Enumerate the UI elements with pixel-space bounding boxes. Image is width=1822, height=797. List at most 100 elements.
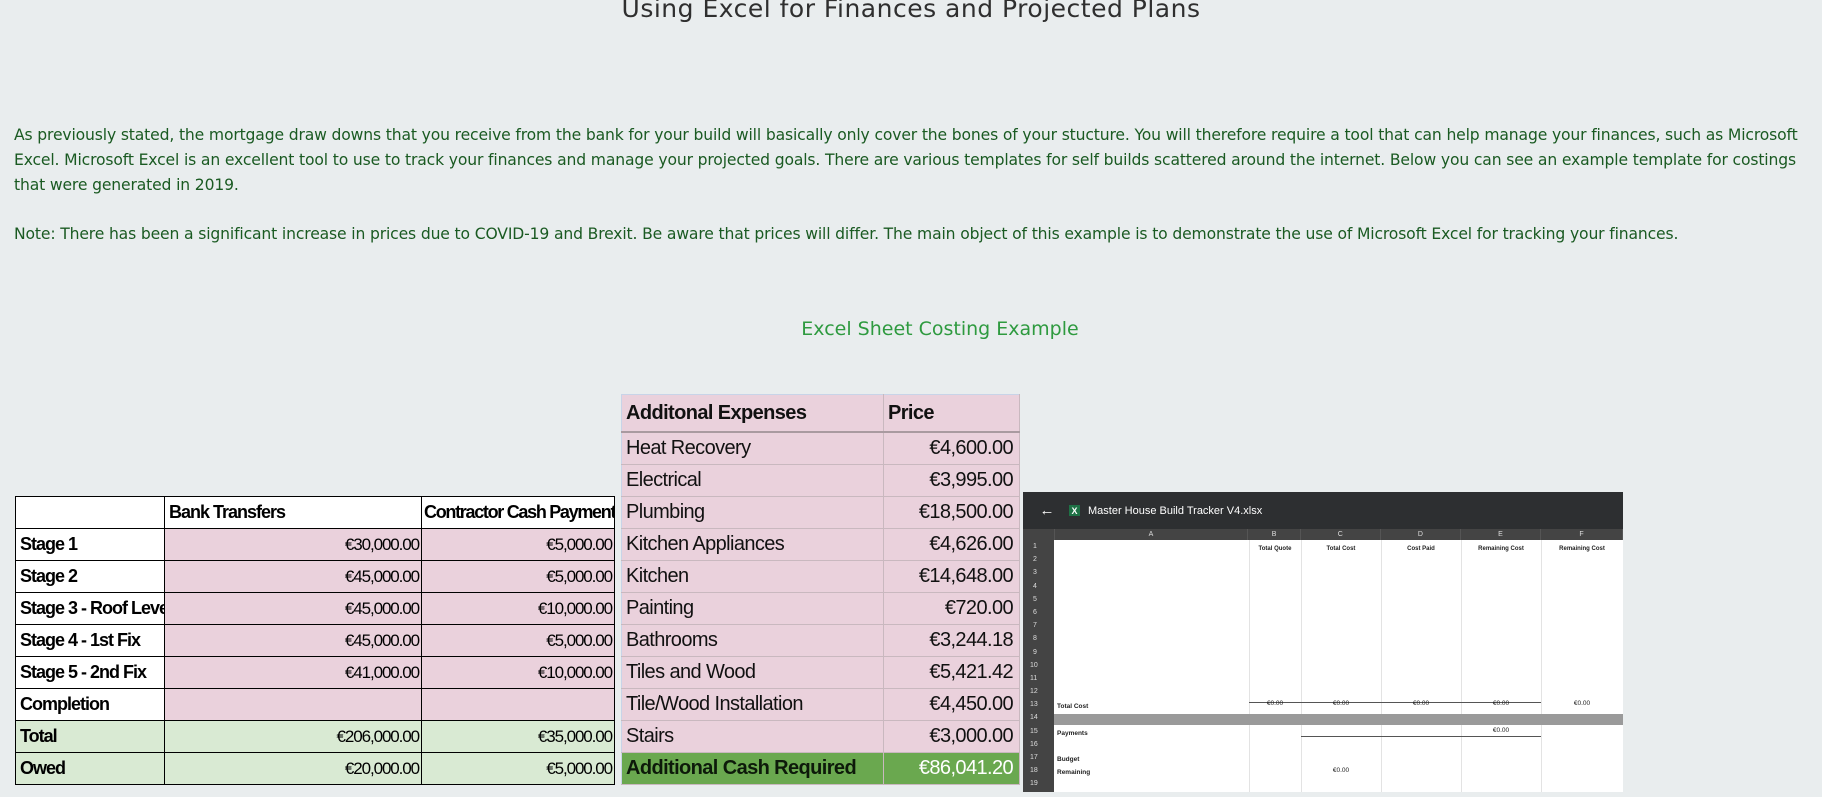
cost-paid-cell[interactable]: €0.00 xyxy=(1381,700,1461,707)
separator-band xyxy=(1054,714,1623,725)
total-label: Total xyxy=(15,720,165,753)
grid-line xyxy=(1249,540,1250,792)
row-number[interactable]: 10 xyxy=(1023,659,1054,672)
table-row: Kitchen Appliances €4,626.00 xyxy=(621,528,1020,561)
stage-label: Completion xyxy=(15,688,165,721)
row-number-strip: 1 2 3 4 5 6 7 8 9 10 11 12 13 14 15 16 1… xyxy=(1023,540,1054,792)
sheet-col-label: Total Quote xyxy=(1258,546,1292,552)
row-number[interactable]: 5 xyxy=(1023,593,1054,606)
spreadsheet-grid: 1 2 3 4 5 6 7 8 9 10 11 12 13 14 15 16 1… xyxy=(1023,540,1623,792)
cash-payment-value: €5,000.00 xyxy=(421,528,615,561)
table-row: Kitchen €14,648.00 xyxy=(621,560,1020,593)
row-number[interactable]: 17 xyxy=(1023,751,1054,764)
total-quote-cell[interactable]: €0.00 xyxy=(1249,700,1301,707)
header-expenses: Additonal Expenses xyxy=(621,394,884,433)
arrow-left-icon[interactable]: ← xyxy=(1033,502,1061,519)
spreadsheet-filename: Master House Build Tracker V4.xlsx xyxy=(1088,504,1263,517)
page-title: Using Excel for Finances and Projected P… xyxy=(621,0,1201,23)
total-cost-cell[interactable]: €0.00 xyxy=(1301,700,1381,707)
row-number[interactable]: 15 xyxy=(1023,725,1054,738)
column-header[interactable]: A xyxy=(1055,529,1249,540)
table-row: Stage 5 - 2nd Fix €41,000.00 €10,000.00 xyxy=(15,656,615,689)
additional-cash-value: €86,041.20 xyxy=(883,752,1020,785)
table-row: Bathrooms €3,244.18 xyxy=(621,624,1020,657)
total-cost-label: Total Cost xyxy=(1057,703,1089,710)
note-paragraph: Note: There has been a significant incre… xyxy=(14,225,1679,243)
row-number[interactable]: 4 xyxy=(1023,580,1054,593)
table-row: Stage 4 - 1st Fix €45,000.00 €5,000.00 xyxy=(15,624,615,657)
header-contractor-cash: Contractor Cash Payments xyxy=(421,496,615,529)
row-number[interactable]: 11 xyxy=(1023,672,1054,685)
additional-expenses-table: Additonal Expenses Price Heat Recovery €4… xyxy=(621,394,1020,785)
underline xyxy=(1301,736,1541,737)
column-header[interactable]: C xyxy=(1301,529,1381,540)
expense-item: Tile/Wood Installation xyxy=(621,688,884,721)
expense-item: Kitchen xyxy=(621,560,884,593)
owed-bank-value: €20,000.00 xyxy=(164,752,422,785)
column-header[interactable]: D xyxy=(1381,529,1461,540)
bank-transfer-value xyxy=(164,688,422,721)
owed-cash-value: €5,000.00 xyxy=(421,752,615,785)
table-header-row: Additonal Expenses Price xyxy=(621,394,1020,433)
row-number[interactable]: 8 xyxy=(1023,632,1054,645)
owed-row: Owed €20,000.00 €5,000.00 xyxy=(15,752,615,785)
row-number[interactable]: 18 xyxy=(1023,764,1054,777)
remaining-budget-cell[interactable]: €0.00 xyxy=(1301,767,1381,774)
bank-transfer-value: €45,000.00 xyxy=(164,560,422,593)
row-number[interactable]: 7 xyxy=(1023,619,1054,632)
bank-transfer-value: €45,000.00 xyxy=(164,592,422,625)
header-bank-transfers: Bank Transfers xyxy=(164,496,422,529)
column-header[interactable]: B xyxy=(1248,529,1301,540)
column-header[interactable]: F xyxy=(1541,529,1623,540)
expense-price: €3,995.00 xyxy=(883,464,1020,497)
row-number[interactable]: 1 xyxy=(1023,540,1054,553)
sheet-col-label: Cost Paid xyxy=(1407,546,1435,552)
payments-cell[interactable]: €0.00 xyxy=(1461,727,1541,734)
header-blank xyxy=(15,496,165,529)
stage-label: Stage 4 - 1st Fix xyxy=(15,624,165,657)
table-row: Electrical €3,995.00 xyxy=(621,464,1020,497)
bank-transfer-value: €30,000.00 xyxy=(164,528,422,561)
expense-price: €5,421.42 xyxy=(883,656,1020,689)
row-number[interactable]: 9 xyxy=(1023,646,1054,659)
row-number[interactable]: 19 xyxy=(1023,777,1054,790)
grid-line xyxy=(1381,540,1382,792)
stage-label: Stage 2 xyxy=(15,560,165,593)
spreadsheet-toolbar: ← X Master House Build Tracker V4.xlsx xyxy=(1023,492,1623,529)
column-header[interactable]: E xyxy=(1461,529,1541,540)
row-number[interactable]: 14 xyxy=(1023,711,1054,724)
row-number[interactable]: 16 xyxy=(1023,738,1054,751)
expense-item: Stairs xyxy=(621,720,884,753)
table-row: Tile/Wood Installation €4,450.00 xyxy=(621,688,1020,721)
cash-payment-value: €5,000.00 xyxy=(421,624,615,657)
row-number[interactable]: 3 xyxy=(1023,566,1054,579)
expense-price: €18,500.00 xyxy=(883,496,1020,529)
grid-line xyxy=(1461,540,1462,792)
table-row: Stage 1 €30,000.00 €5,000.00 xyxy=(15,528,615,561)
expense-item: Tiles and Wood xyxy=(621,656,884,689)
payments-label: Payments xyxy=(1057,730,1088,737)
cash-payment-value: €10,000.00 xyxy=(421,592,615,625)
corner-cell xyxy=(1023,529,1055,540)
additional-cash-label: Additional Cash Required xyxy=(621,752,884,785)
header-price: Price xyxy=(883,394,1020,433)
stage-payments-table: Bank Transfers Contractor Cash Payments … xyxy=(15,496,615,785)
owed-label: Owed xyxy=(15,752,165,785)
stage-label: Stage 5 - 2nd Fix xyxy=(15,656,165,689)
row-number[interactable]: 13 xyxy=(1023,698,1054,711)
sheet-col-label: Remaining Cost xyxy=(1559,546,1605,552)
row-number[interactable]: 2 xyxy=(1023,553,1054,566)
excel-logo-icon: X xyxy=(1069,505,1080,516)
column-header-strip: A B C D E F xyxy=(1023,529,1623,540)
table-row: Stage 2 €45,000.00 €5,000.00 xyxy=(15,560,615,593)
row-number[interactable]: 6 xyxy=(1023,606,1054,619)
expense-item: Electrical xyxy=(621,464,884,497)
expense-price: €14,648.00 xyxy=(883,560,1020,593)
bank-transfer-value: €45,000.00 xyxy=(164,624,422,657)
grid-line xyxy=(1301,540,1302,792)
row-number[interactable]: 12 xyxy=(1023,685,1054,698)
remaining-cost-cell[interactable]: €0.00 xyxy=(1541,700,1623,707)
remaining-cost-cell[interactable]: €0.00 xyxy=(1461,700,1541,707)
remaining-label: Remaining xyxy=(1057,769,1091,776)
table-row: Stage 3 - Roof Level €45,000.00 €10,000.… xyxy=(15,592,615,625)
